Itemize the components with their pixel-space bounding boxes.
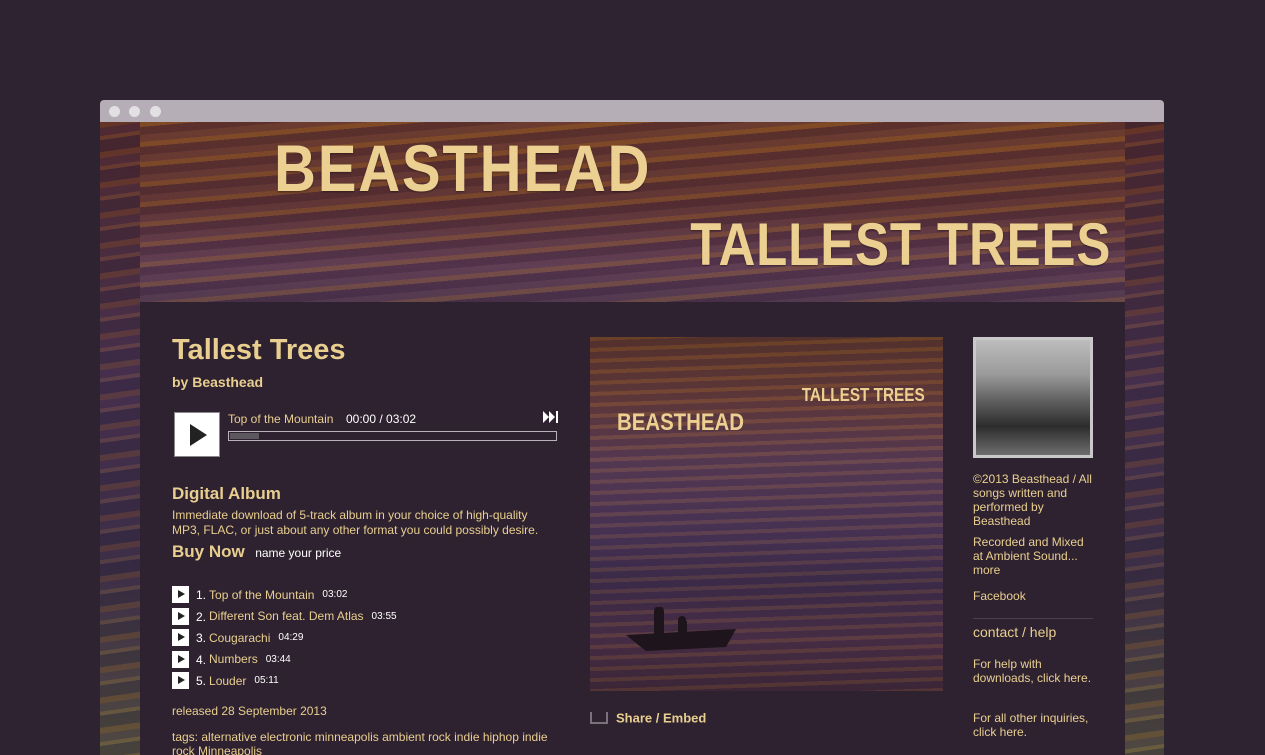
track-number: 4. (196, 652, 207, 667)
minimize-window-dot[interactable] (129, 106, 140, 117)
buy-row: Buy Now name your price (172, 542, 341, 562)
share-embed-link[interactable]: Share / Embed (616, 710, 706, 725)
progress-fill (230, 433, 259, 439)
album-content: Tallest Trees by Beasthead Top of the Mo… (140, 302, 1125, 755)
track-time: 00:00 / 03:02 (346, 412, 417, 426)
price-label: name your price (255, 546, 342, 560)
facebook-link[interactable]: Facebook (973, 589, 1095, 603)
band-photo[interactable] (973, 337, 1093, 458)
header-banner: BEASTHEAD TALLEST TREES (140, 122, 1125, 302)
more-link[interactable]: more (973, 563, 1095, 577)
album-cover-art[interactable]: TALLEST TREES BEASTHEAD (590, 337, 943, 691)
help-downloads-link[interactable]: For help with downloads, click here. (973, 657, 1095, 685)
band-photo-image (976, 340, 1090, 455)
maximize-window-dot[interactable] (150, 106, 161, 117)
track-title-link[interactable]: Cougarachi (209, 631, 270, 645)
play-icon[interactable] (174, 412, 220, 457)
album-artist-link[interactable]: by Beasthead (172, 374, 263, 390)
banner-album-title: TALLEST TREES (690, 211, 1111, 278)
buy-now-button[interactable]: Buy Now (172, 542, 245, 561)
track-play-icon[interactable] (172, 586, 189, 604)
banner-artist-title: BEASTHEAD (274, 131, 652, 205)
track-duration: 03:44 (265, 653, 291, 665)
track-duration: 03:02 (322, 589, 348, 601)
credits-text: ©2013 Beasthead / All songs written and … (973, 472, 1092, 528)
cover-artist-text: BEASTHEAD (617, 409, 744, 436)
track-row: 1. Top of the Mountain 03:02 (172, 586, 397, 608)
track-row: 2. Different Son feat. Dem Atlas 03:55 (172, 607, 397, 630)
track-play-icon[interactable] (172, 650, 189, 668)
boat-silhouette (626, 607, 736, 651)
progress-bar[interactable] (228, 431, 557, 441)
release-date: released 28 September 2013 (172, 704, 327, 718)
track-play-icon[interactable] (172, 607, 189, 625)
tags-list[interactable]: tags: alternative electronic minneapolis… (172, 730, 562, 755)
track-row: 5. Louder 05:11 (172, 672, 397, 694)
track-number: 1. (196, 587, 207, 602)
digital-album-description: Immediate download of 5-track album in y… (172, 508, 539, 537)
track-row: 3. Cougarachi 04:29 (172, 629, 397, 651)
track-title-link[interactable]: Numbers (209, 652, 258, 666)
track-duration: 05:11 (254, 675, 279, 687)
cover-album-text: TALLEST TREES (802, 385, 925, 405)
track-title-link[interactable]: Top of the Mountain (209, 588, 314, 602)
share-embed[interactable]: Share / Embed (590, 709, 706, 727)
digital-album-title: Digital Album (172, 484, 281, 503)
track-number: 5. (196, 673, 207, 688)
current-track-title: Top of the Mountain (228, 412, 334, 426)
track-number: 3. (196, 630, 207, 645)
browser-window: BEASTHEAD TALLEST TREES Tallest Trees by… (100, 100, 1164, 755)
contact-help-heading: contact / help (973, 624, 1057, 640)
share-icon (590, 711, 608, 724)
track-title-link[interactable]: Louder (209, 674, 246, 688)
window-titlebar (100, 100, 1164, 122)
track-number: 2. (196, 609, 207, 624)
track-play-icon[interactable] (172, 629, 189, 647)
track-duration: 04:29 (278, 632, 304, 644)
track-row: 4. Numbers 03:44 (172, 650, 397, 673)
help-other-link[interactable]: For all other inquiries, click here. (973, 711, 1095, 739)
next-track-icon[interactable] (543, 410, 559, 424)
recorded-text: Recorded and Mixed at Ambient Sound... (973, 535, 1084, 563)
track-title-link[interactable]: Different Son feat. Dem Atlas (209, 609, 364, 623)
close-window-dot[interactable] (109, 106, 120, 117)
audio-player: Top of the Mountain 00:00 / 03:02 (172, 409, 558, 457)
album-title: Tallest Trees (172, 334, 346, 366)
track-play-icon[interactable] (172, 672, 189, 690)
track-duration: 03:55 (371, 610, 397, 622)
sidebar-divider (973, 618, 1093, 619)
track-list: 1. Top of the Mountain 03:02 2. Different S… (172, 586, 397, 694)
